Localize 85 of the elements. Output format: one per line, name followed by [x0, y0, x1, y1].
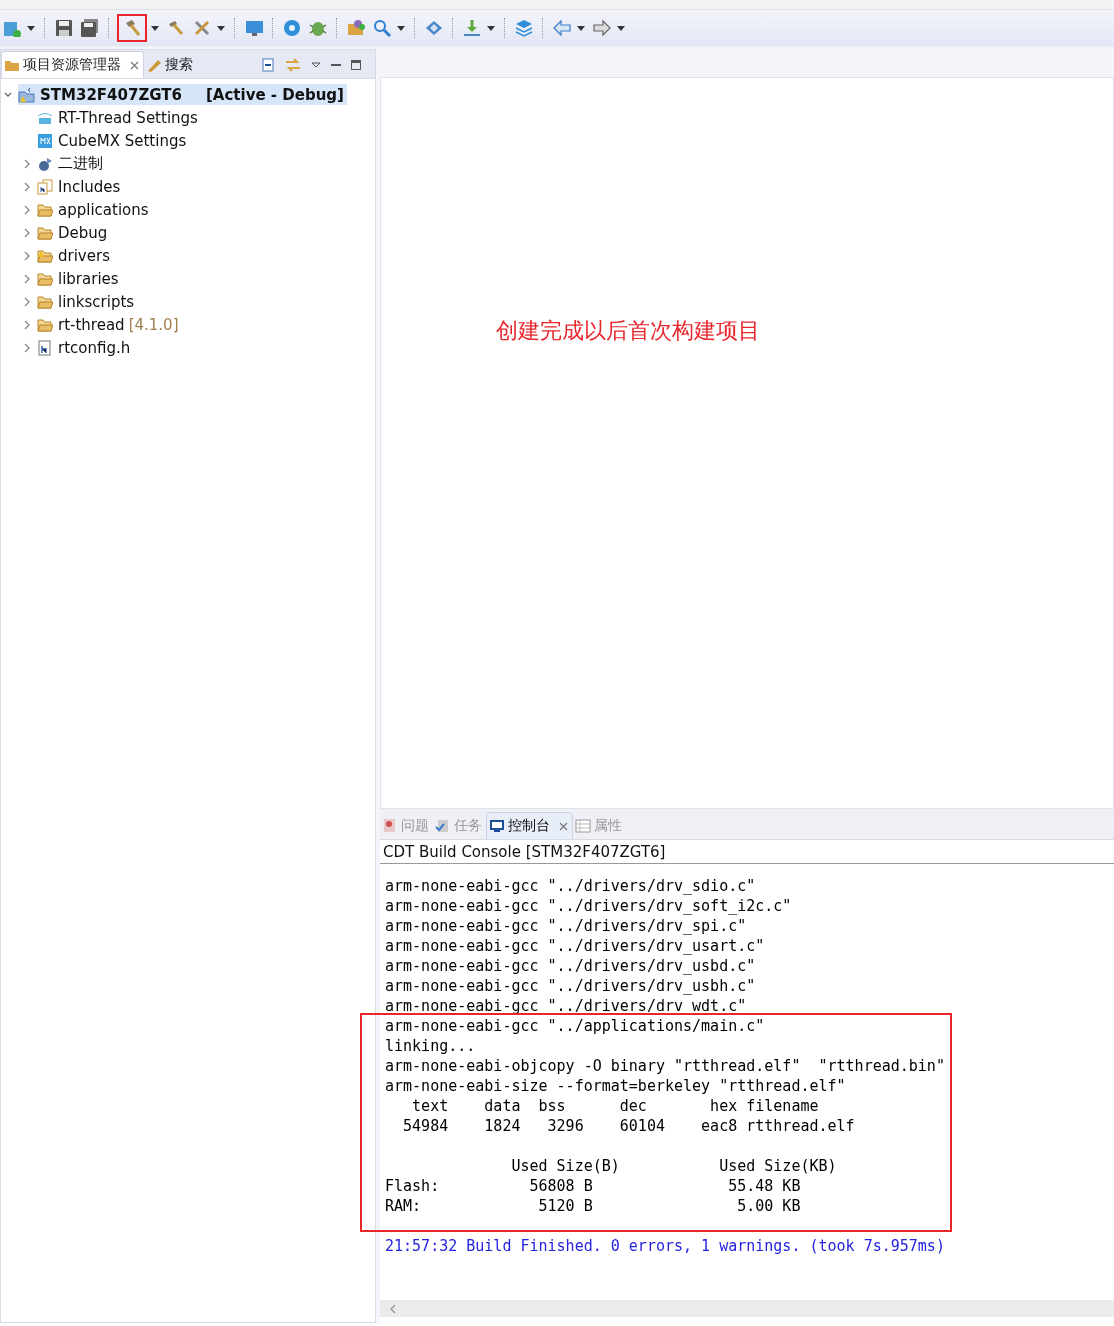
include-icon — [37, 178, 53, 195]
chevron-icon[interactable] — [23, 158, 31, 169]
folder-icon — [37, 270, 53, 287]
table-icon — [575, 818, 591, 834]
collapse-all-icon[interactable] — [261, 58, 275, 72]
link-icon[interactable] — [285, 58, 301, 72]
caret-icon[interactable] — [27, 25, 35, 31]
chevron-icon[interactable] — [23, 227, 31, 238]
tree-item[interactable]: libraries — [37, 269, 119, 288]
console-line: arm-none-eabi-gcc "../drivers/drv_wdt.c" — [385, 996, 748, 1016]
console-line: arm-none-eabi-objcopy -O binary "rtthread.elf" "rtthread.bin" — [385, 1056, 946, 1076]
folder-icon — [37, 201, 53, 218]
tab[interactable]: 项目资源管理器 — [1, 51, 144, 78]
chevron-icon[interactable] — [23, 204, 31, 215]
caret-icon[interactable] — [397, 25, 405, 31]
save-icon[interactable] — [55, 19, 73, 37]
console-icon — [489, 818, 505, 834]
folder-icon — [37, 224, 53, 241]
console-line: arm-none-eabi-gcc "../applications/main.c" — [385, 1016, 766, 1036]
bug-icon[interactable] — [309, 19, 327, 37]
new-file-icon[interactable] — [3, 19, 21, 37]
close-icon[interactable] — [559, 821, 568, 831]
close-icon[interactable] — [130, 60, 139, 70]
console-line: arm-none-eabi-gcc "../drivers/drv_sdio.c" — [385, 876, 757, 896]
console-line: RAM: 5120 B 5.00 KB — [385, 1196, 802, 1216]
back-arrow-icon[interactable] — [553, 19, 571, 37]
caret-icon[interactable] — [151, 25, 159, 31]
maximize-icon[interactable] — [351, 60, 361, 70]
console-line: arm-none-eabi-gcc "../drivers/drv_usbh.c" — [385, 976, 757, 996]
folder-icon — [37, 316, 53, 333]
project-icon — [18, 86, 36, 103]
tree-item[interactable]: rt-thread [4.1.0] — [37, 315, 179, 334]
tree-item[interactable]: applications — [37, 200, 149, 219]
chevron-icon[interactable] — [23, 273, 31, 284]
console-line: 54984 1824 3296 60104 eac8 rtthread.elf — [402, 1116, 856, 1136]
chevron-icon[interactable] — [23, 181, 31, 192]
tree-item[interactable]: CubeMX Settings — [37, 131, 187, 150]
tree-item[interactable]: Includes — [37, 177, 121, 196]
view-menu-icon[interactable] — [311, 62, 321, 68]
annotation-text: 创建完成以后首次构建项目 — [496, 317, 760, 345]
console-line: Flash: 56808 B 55.48 KB — [385, 1176, 802, 1196]
tree-item[interactable]: rtconfig.h — [37, 338, 131, 357]
tree-item[interactable]: RT-Thread Settings — [37, 108, 198, 127]
folder-icon — [37, 247, 53, 264]
tree-item[interactable]: linkscripts — [37, 292, 135, 311]
chevron-icon[interactable] — [23, 319, 31, 330]
console-title: CDT Build Console [STM32F407ZGT6] — [383, 843, 666, 861]
caret-icon[interactable] — [217, 25, 225, 31]
console-line: arm-none-eabi-size --format=berkeley "rtthread.elf" — [385, 1076, 847, 1096]
tools-icon[interactable] — [193, 19, 211, 37]
console-line: text data bss dec hex filename — [411, 1096, 820, 1116]
error-list-icon — [382, 818, 398, 834]
console-line: linking... — [385, 1036, 477, 1056]
tree-item[interactable]: STM32F407ZGT6 [Active - Debug] — [18, 84, 347, 105]
monitor-icon[interactable] — [245, 19, 263, 37]
caret-icon[interactable] — [487, 25, 495, 31]
caret-icon[interactable] — [577, 25, 585, 31]
download-icon[interactable] — [463, 19, 481, 37]
console-line: arm-none-eabi-gcc "../drivers/drv_spi.c" — [385, 916, 748, 936]
tree-item[interactable]: 二进制 — [37, 154, 103, 173]
save-all-icon[interactable] — [81, 19, 99, 37]
hammer-icon[interactable] — [123, 19, 141, 37]
chevron-icon[interactable] — [23, 250, 31, 261]
tab[interactable]: 搜索 — [144, 52, 197, 78]
pen-icon — [146, 57, 162, 73]
task-list-icon — [435, 818, 451, 834]
scroll-left-icon[interactable] — [389, 1303, 397, 1314]
tree-item[interactable]: Debug — [37, 223, 108, 242]
header-file-icon — [37, 339, 53, 356]
console-line: Used Size(B) Used Size(KB) — [510, 1156, 838, 1176]
folder-icon — [37, 293, 53, 310]
chevron-icon[interactable] — [23, 296, 31, 307]
tree-item[interactable]: drivers — [37, 246, 110, 265]
forward-arrow-icon[interactable] — [593, 19, 611, 37]
console-line: arm-none-eabi-gcc "../drivers/drv_usart.c" — [385, 936, 766, 956]
console-line: arm-none-eabi-gcc "../drivers/drv_usbd.c" — [385, 956, 757, 976]
search-icon[interactable] — [373, 19, 391, 37]
status-message: 21:57:32 Build Finished. 0 errors, 1 warnings. (took 7s.957ms) — [385, 1236, 946, 1256]
console-line: arm-none-eabi-gcc "../drivers/drv_soft_i2c.c" — [385, 896, 793, 916]
caret-icon[interactable] — [617, 25, 625, 31]
chevron-icon[interactable] — [23, 342, 31, 353]
cube-icon — [37, 132, 53, 149]
layers-icon[interactable] — [515, 19, 533, 37]
horizontal-scrollbar[interactable] — [380, 1300, 1114, 1317]
tab[interactable]: 控制台 — [486, 812, 573, 839]
